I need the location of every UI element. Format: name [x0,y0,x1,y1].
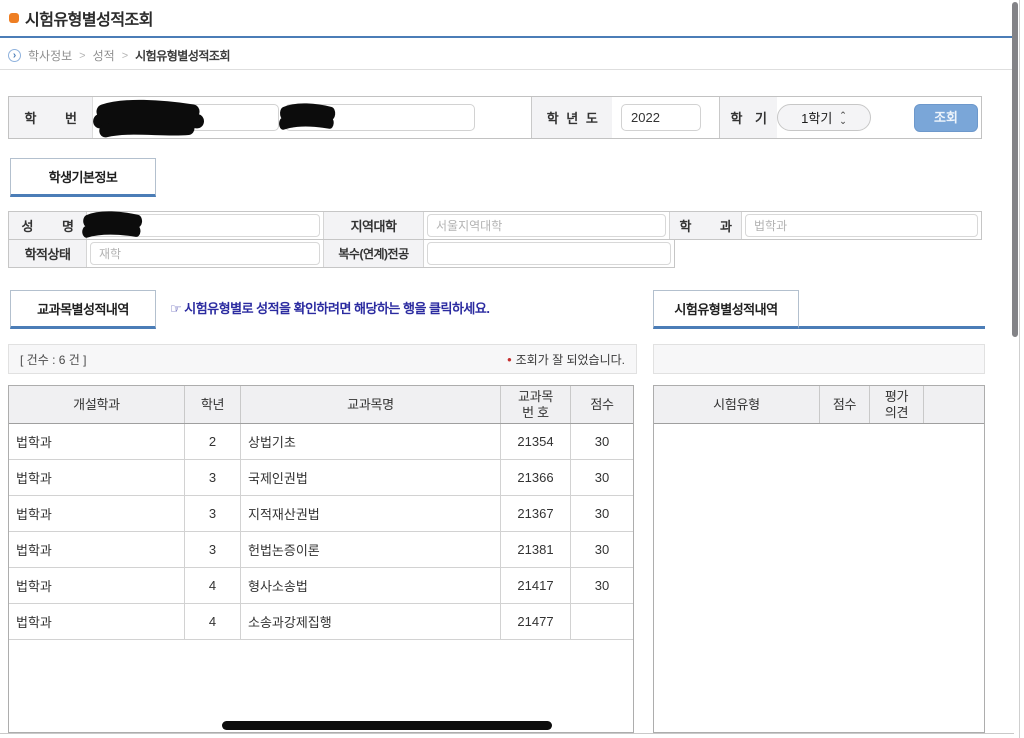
vertical-scrollbar-thumb[interactable] [1012,2,1018,337]
col-header-year: 학년 [185,386,241,423]
breadcrumb-arrow-icon: › [8,49,21,62]
exam-type-grade-page: 시험유형별성적조회 › 학사정보 > 성적 > 시험유형별성적조회 학 번 학 … [0,0,1024,738]
title-bullet-icon [9,13,19,23]
col-header-eval-opinion: 평가 의견 [870,386,924,423]
tab-underline-extension [799,326,985,329]
page-title: 시험유형별성적조회 [25,6,153,30]
semester-select[interactable]: 1학기 ⌃⌄ [777,104,871,131]
tab-course-grades[interactable]: 교과목별성적내역 [10,290,156,329]
exam-type-status-bar [653,344,985,374]
semester-label: 학 기 [720,97,777,138]
page-bottom-edge [0,733,1014,734]
title-underline [0,36,1014,38]
col-header-exam-type: 시험유형 [654,386,820,423]
query-status-message: • 조회가 잘 되었습니다. [507,351,625,368]
table-row[interactable]: 법학과4형사소송법2141730 [9,568,633,604]
redaction-bar [222,721,552,730]
student-info-row-1: 성 명 지역대학 학 과 [8,211,982,240]
breadcrumb: › 학사정보 > 성적 > 시험유형별성적조회 [8,47,230,64]
col-header-empty [924,386,984,423]
exam-type-grades-table: 시험유형 점수 평가 의견 [653,385,985,733]
breadcrumb-item-hagsa[interactable]: 학사정보 [28,47,72,64]
dept-field[interactable] [745,214,978,237]
col-header-course-no: 교과목 번 호 [501,386,571,423]
semester-select-value: 1학기 [801,108,832,127]
tab-exam-type-grades[interactable]: 시험유형별성적내역 [653,290,799,329]
breadcrumb-item-current: 시험유형별성적조회 [135,47,230,64]
record-count: [ 건수 : 6 건 ] [20,351,86,368]
breadcrumb-separator: > [122,50,128,62]
year-label: 학 년 도 [532,97,612,138]
double-major-label: 복수(연계)전공 [324,240,424,267]
select-chevrons-icon: ⌃⌄ [839,112,847,124]
redaction-scribble [277,105,337,133]
col-header-dept: 개설학과 [9,386,185,423]
redaction-scribble [80,213,144,240]
course-grades-table: 개설학과 학년 교과목명 교과목 번 호 점수 법학과2상법기초2135430 … [8,385,634,733]
col-header-course-name: 교과목명 [241,386,501,423]
window-edge [1019,0,1020,738]
row-click-hint: ☞ 시험유형별로 성적을 확인하려면 해당하는 행을 클릭하세요. [170,298,489,317]
student-info-row-2: 학적상태 복수(연계)전공 [8,239,675,268]
campus-field[interactable] [427,214,666,237]
enrollment-status-field[interactable] [90,242,320,265]
year-input[interactable] [621,104,701,131]
campus-label: 지역대학 [324,212,424,239]
dept-label: 학 과 [670,212,742,239]
exam-type-table-header: 시험유형 점수 평가 의견 [654,386,984,424]
col-header-score: 점수 [571,386,633,423]
table-row[interactable]: 법학과3국제인권법2136630 [9,460,633,496]
col-header-exam-score: 점수 [820,386,870,423]
result-status-bar: [ 건수 : 6 건 ] • 조회가 잘 되었습니다. [8,344,637,374]
name-label: 성 명 [9,212,87,239]
course-grades-table-header: 개설학과 학년 교과목명 교과목 번 호 점수 [9,386,633,424]
double-major-field[interactable] [427,242,671,265]
status-label: 학적상태 [9,240,87,267]
status-dot-icon: • [507,352,512,367]
table-row[interactable]: 법학과2상법기초2135430 [9,424,633,460]
table-row[interactable]: 법학과4소송과강제집행21477 [9,604,633,640]
breadcrumb-divider [0,69,1014,70]
breadcrumb-separator: > [79,50,85,62]
search-button[interactable]: 조회 [914,104,978,132]
tab-student-basic-info[interactable]: 학생기본정보 [10,158,156,197]
student-number-label: 학 번 [9,97,93,138]
redaction-scribble [92,102,204,138]
breadcrumb-item-grade[interactable]: 성적 [93,47,115,64]
table-row[interactable]: 법학과3지적재산권법2136730 [9,496,633,532]
table-row[interactable]: 법학과3헌법논증이론2138130 [9,532,633,568]
